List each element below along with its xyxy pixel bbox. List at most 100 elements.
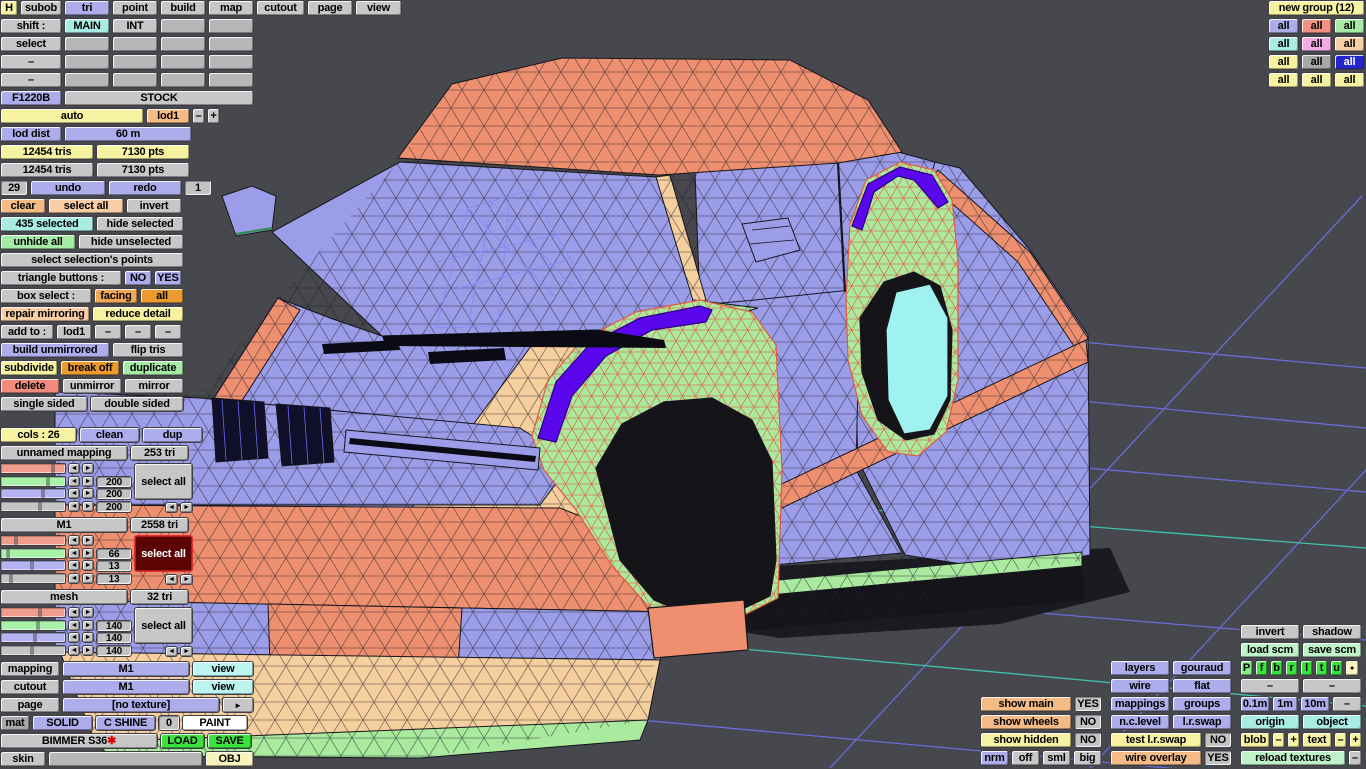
slider-dec[interactable]: ◄ bbox=[68, 500, 80, 512]
slider-thumb[interactable] bbox=[38, 501, 43, 511]
text[interactable]: text bbox=[1302, 732, 1332, 748]
add-to[interactable]: add to : bbox=[0, 324, 54, 340]
color-slider-2[interactable] bbox=[0, 632, 66, 643]
clean[interactable]: clean bbox=[79, 427, 140, 443]
sml[interactable]: sml bbox=[1042, 750, 1071, 766]
lod1[interactable]: lod1 bbox=[56, 324, 92, 340]
slider-thumb[interactable] bbox=[40, 489, 45, 498]
shift[interactable]: shift : bbox=[0, 18, 62, 34]
color-slider-3[interactable] bbox=[0, 572, 66, 584]
lod1[interactable]: lod1 bbox=[146, 108, 190, 124]
slider-thumb[interactable] bbox=[29, 645, 34, 655]
mat[interactable]: mat bbox=[0, 715, 30, 731]
test-l-r-swap[interactable]: test l.r.swap bbox=[1110, 732, 1202, 748]
group-all-5[interactable]: all bbox=[1301, 36, 1332, 52]
slider-dec[interactable]: ◄ bbox=[68, 475, 80, 487]
show-main[interactable]: show main bbox=[980, 696, 1072, 712]
cols-26[interactable]: cols : 26 bbox=[0, 427, 77, 443]
slider-value[interactable]: 140 bbox=[96, 644, 132, 657]
slider-thumb[interactable] bbox=[8, 573, 13, 583]
mapping-next[interactable]: ► bbox=[180, 574, 193, 585]
color-slider-3[interactable] bbox=[0, 644, 66, 656]
color-slider-0[interactable] bbox=[0, 535, 66, 546]
60-m[interactable]: 60 m bbox=[64, 126, 192, 142]
p[interactable]: P bbox=[1240, 660, 1253, 676]
group-all-7[interactable]: all bbox=[1268, 54, 1299, 70]
7130-pts[interactable]: 7130 pts bbox=[96, 162, 190, 178]
slider-value[interactable]: 13 bbox=[96, 572, 132, 585]
subdivide[interactable]: subdivide bbox=[0, 360, 58, 376]
select-all-mapping[interactable]: select all bbox=[134, 607, 193, 644]
mirror[interactable]: mirror bbox=[124, 378, 184, 394]
r[interactable]: r bbox=[1285, 660, 1298, 676]
n-c-level[interactable]: n.c.level bbox=[1110, 714, 1170, 730]
l[interactable]: l bbox=[1300, 660, 1313, 676]
facing[interactable]: facing bbox=[94, 288, 138, 304]
wire-overlay[interactable]: wire overlay bbox=[1110, 750, 1202, 766]
stock[interactable]: STOCK bbox=[64, 90, 254, 106]
slider-thumb[interactable] bbox=[50, 464, 55, 473]
nrm[interactable]: nrm bbox=[980, 750, 1009, 766]
tri[interactable]: tri bbox=[64, 0, 110, 16]
shadow[interactable]: shadow bbox=[1302, 624, 1362, 640]
color-slider-0[interactable] bbox=[0, 607, 66, 618]
slider-thumb[interactable] bbox=[33, 633, 37, 642]
test-lrswap-toggle[interactable]: NO bbox=[1204, 732, 1232, 748]
single-sided[interactable]: single sided bbox=[0, 396, 88, 412]
cutout-view[interactable]: view bbox=[192, 679, 254, 695]
slider-dec[interactable]: ◄ bbox=[68, 632, 80, 643]
slider-thumb[interactable] bbox=[13, 536, 18, 545]
slider-inc[interactable]: ► bbox=[82, 535, 94, 546]
1[interactable]: 1 bbox=[184, 180, 212, 196]
wire-overlay-toggle[interactable]: YES bbox=[1204, 750, 1232, 766]
all[interactable]: all bbox=[140, 288, 184, 304]
box-select[interactable]: box select : bbox=[0, 288, 92, 304]
select-all-mapping[interactable]: select all bbox=[134, 463, 193, 500]
repair-mirroring[interactable]: repair mirroring bbox=[0, 306, 90, 322]
c-shine[interactable]: C SHINE bbox=[95, 715, 156, 731]
color-slider-2[interactable] bbox=[0, 488, 66, 499]
slider-inc[interactable]: ► bbox=[82, 488, 94, 499]
solid[interactable]: SOLID bbox=[32, 715, 93, 731]
hide-unselected[interactable]: hide unselected bbox=[78, 234, 184, 250]
color-slider-0[interactable] bbox=[0, 463, 66, 474]
unmirror[interactable]: unmirror bbox=[62, 378, 122, 394]
build-unmirrored[interactable]: build unmirrored bbox=[0, 342, 110, 358]
f1220b[interactable]: F1220B bbox=[0, 90, 62, 106]
slider-dec[interactable]: ◄ bbox=[68, 535, 80, 546]
slider-thumb[interactable] bbox=[38, 608, 43, 617]
paint[interactable]: PAINT bbox=[182, 715, 248, 731]
unhide-all[interactable]: unhide all bbox=[0, 234, 76, 250]
slider-inc[interactable]: ► bbox=[82, 475, 94, 487]
triangle-buttons[interactable]: triangle buttons : bbox=[0, 270, 122, 286]
flat[interactable]: flat bbox=[1172, 678, 1232, 694]
mapping-name[interactable]: mesh bbox=[0, 589, 128, 605]
mapping-next[interactable]: ► bbox=[180, 646, 193, 657]
slider-inc[interactable]: ► bbox=[82, 547, 94, 559]
view[interactable]: view bbox=[355, 0, 402, 16]
page[interactable]: page bbox=[0, 697, 60, 713]
slider-inc[interactable]: ► bbox=[82, 560, 94, 571]
cutout[interactable]: cutout bbox=[0, 679, 60, 695]
int[interactable]: INT bbox=[112, 18, 158, 34]
mapping-tri-count[interactable]: 32 tri bbox=[130, 589, 189, 605]
mapping-next[interactable]: ► bbox=[180, 502, 193, 513]
text-minus[interactable]: – bbox=[1334, 732, 1347, 748]
show-hidden[interactable]: show hidden bbox=[980, 732, 1072, 748]
slider-thumb[interactable] bbox=[29, 561, 34, 570]
auto[interactable]: auto bbox=[0, 108, 144, 124]
select-selection-s-points[interactable]: select selection's points bbox=[0, 252, 184, 268]
bimmer-s36[interactable]: BIMMER S36✱ bbox=[0, 733, 158, 749]
0-1m[interactable]: 0.1m bbox=[1240, 696, 1270, 712]
slider-inc[interactable]: ► bbox=[82, 463, 94, 474]
slider-value[interactable]: 140 bbox=[96, 632, 132, 644]
invert[interactable]: invert bbox=[126, 198, 182, 214]
minus-slot-1[interactable]: – bbox=[0, 54, 62, 70]
hide-selected[interactable]: hide selected bbox=[96, 216, 184, 232]
blob-plus[interactable]: + bbox=[1287, 732, 1300, 748]
select-all-mapping[interactable]: select all bbox=[134, 535, 193, 572]
mapping-value[interactable]: M1 bbox=[62, 661, 190, 677]
main[interactable]: MAIN bbox=[64, 18, 110, 34]
t[interactable]: t bbox=[1315, 660, 1328, 676]
off[interactable]: off bbox=[1011, 750, 1040, 766]
